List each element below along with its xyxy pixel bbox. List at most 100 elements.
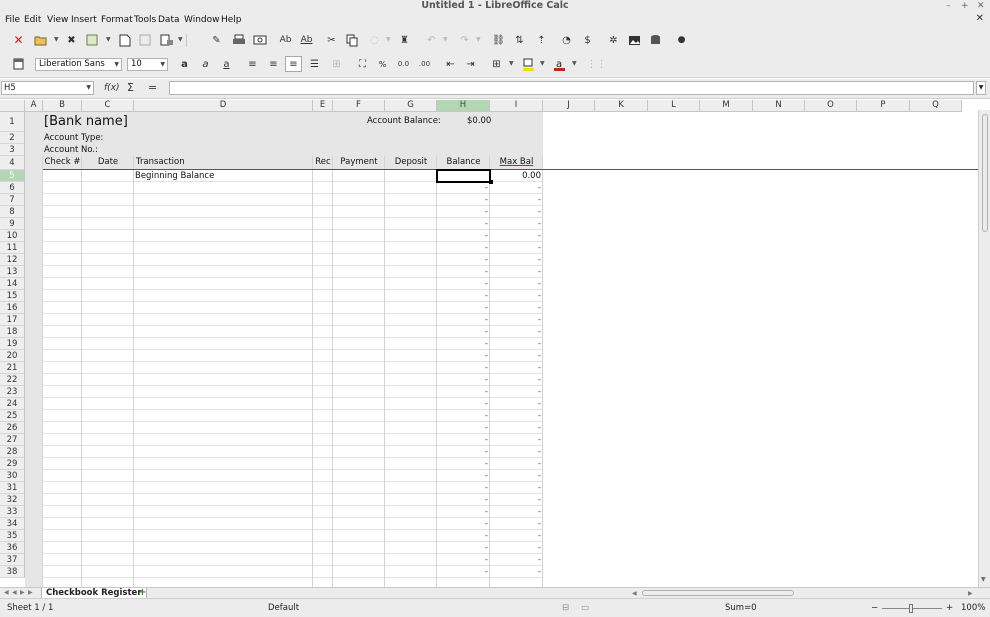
row-header-28[interactable]: 28 <box>0 446 25 458</box>
borders-dropdown-icon[interactable]: ▼ <box>509 56 514 72</box>
settings-icon[interactable]: ✲ <box>605 32 622 48</box>
percent-format-icon[interactable]: % <box>374 56 391 72</box>
column-header-e[interactable]: E <box>313 100 333 112</box>
horizontal-scroll-thumb[interactable] <box>642 590 794 596</box>
background-color-dropdown-icon[interactable]: ▼ <box>540 56 545 72</box>
balance-cell[interactable]: - <box>485 315 488 324</box>
balance-cell[interactable]: - <box>485 495 488 504</box>
column-header-j[interactable]: J <box>543 100 595 112</box>
help-icon[interactable]: ● <box>673 32 690 48</box>
zoom-level[interactable]: 100% <box>961 602 985 614</box>
max-bal-cell[interactable]: - <box>538 555 541 564</box>
balance-cell[interactable]: - <box>485 231 488 240</box>
font-size-box[interactable]: 10 ▼ <box>127 58 168 71</box>
paste-dropdown-icon[interactable]: ▼ <box>386 32 391 48</box>
row-header-22[interactable]: 22 <box>0 374 25 386</box>
selection-mode-icon[interactable]: ⊟ <box>562 602 569 614</box>
balance-cell[interactable]: - <box>485 207 488 216</box>
balance-cell[interactable]: - <box>485 531 488 540</box>
scroll-down-icon[interactable]: ▼ <box>981 576 986 583</box>
spellcheck-icon[interactable]: Ab <box>277 32 294 48</box>
new-icon[interactable] <box>116 32 133 48</box>
max-bal-cell[interactable]: - <box>538 183 541 192</box>
currency-format-icon[interactable]: ⛶ <box>354 56 371 72</box>
max-bal-cell[interactable]: - <box>538 327 541 336</box>
menu-format[interactable]: Format <box>101 14 133 26</box>
balance-cell[interactable]: - <box>485 327 488 336</box>
underline-icon[interactable]: a <box>218 56 235 72</box>
row-header-27[interactable]: 27 <box>0 434 25 446</box>
menu-data[interactable]: Data <box>158 14 180 26</box>
font-size-dropdown-icon[interactable]: ▼ <box>160 59 165 70</box>
borders-icon[interactable]: ⊞ <box>488 56 505 72</box>
merge-cells-icon[interactable]: ⊞ <box>328 56 345 72</box>
row-header-26[interactable]: 26 <box>0 422 25 434</box>
max-bal-cell[interactable]: - <box>538 567 541 576</box>
formula-input[interactable] <box>169 81 974 95</box>
max-bal-cell[interactable]: - <box>538 459 541 468</box>
balance-cell[interactable]: - <box>485 219 488 228</box>
print-preview-icon[interactable] <box>251 32 268 48</box>
export-icon[interactable] <box>158 32 175 48</box>
redo-icon[interactable]: ↷ <box>456 32 473 48</box>
row-header-14[interactable]: 14 <box>0 278 25 290</box>
max-bal-cell[interactable]: - <box>538 399 541 408</box>
max-bal-cell[interactable]: - <box>538 351 541 360</box>
cut-icon[interactable]: ✖ <box>63 32 80 48</box>
balance-cell[interactable]: - <box>485 507 488 516</box>
sum-display[interactable]: Sum=0 <box>725 602 757 614</box>
print-icon[interactable] <box>230 32 247 48</box>
prev-sheet-icon[interactable]: ◀ <box>12 588 17 598</box>
autofilter-icon[interactable]: ⇡ <box>533 32 550 48</box>
row-header-18[interactable]: 18 <box>0 326 25 338</box>
balance-cell[interactable]: - <box>485 243 488 252</box>
maximize-icon[interactable]: + <box>961 0 969 12</box>
max-bal-cell[interactable]: - <box>538 423 541 432</box>
menu-view[interactable]: View <box>47 14 68 26</box>
select-all-corner[interactable] <box>0 100 25 112</box>
menu-help[interactable]: Help <box>221 14 242 26</box>
balance-cell[interactable]: - <box>485 519 488 528</box>
balance-cell[interactable]: - <box>485 339 488 348</box>
row-header-35[interactable]: 35 <box>0 530 25 542</box>
max-bal-cell[interactable]: - <box>538 315 541 324</box>
row-header-2[interactable]: 2 <box>0 132 25 144</box>
close-doc-icon[interactable]: ✕ <box>10 32 27 48</box>
balance-cell[interactable]: - <box>485 447 488 456</box>
row-header-29[interactable]: 29 <box>0 458 25 470</box>
column-header-m[interactable]: M <box>700 100 753 112</box>
max-bal-cell[interactable]: - <box>538 543 541 552</box>
column-header-q[interactable]: Q <box>910 100 962 112</box>
balance-cell[interactable]: - <box>485 543 488 552</box>
balance-cell[interactable]: - <box>485 375 488 384</box>
row-header-16[interactable]: 16 <box>0 302 25 314</box>
max-bal-cell[interactable]: - <box>538 291 541 300</box>
max-bal-cell[interactable]: - <box>538 471 541 480</box>
sidebar-toggle-icon[interactable] <box>10 56 27 72</box>
clone-formatting-icon[interactable]: ♜ <box>396 32 413 48</box>
max-bal-cell[interactable]: - <box>538 363 541 372</box>
row-header-37[interactable]: 37 <box>0 554 25 566</box>
row-header-15[interactable]: 15 <box>0 290 25 302</box>
row-header-24[interactable]: 24 <box>0 398 25 410</box>
column-header-g[interactable]: G <box>385 100 437 112</box>
balance-cell[interactable]: - <box>485 435 488 444</box>
row-header-31[interactable]: 31 <box>0 482 25 494</box>
selected-cell-h5[interactable] <box>436 169 491 183</box>
balance-cell[interactable]: - <box>485 483 488 492</box>
template-icon[interactable] <box>84 32 101 48</box>
max-bal-cell[interactable]: - <box>538 267 541 276</box>
row-header-36[interactable]: 36 <box>0 542 25 554</box>
column-header-n[interactable]: N <box>753 100 805 112</box>
balance-cell[interactable]: - <box>485 183 488 192</box>
row-header-8[interactable]: 8 <box>0 206 25 218</box>
column-header-a[interactable]: A <box>25 100 43 112</box>
menu-window[interactable]: Window <box>184 14 220 26</box>
autospell-icon[interactable]: Ab <box>298 32 315 48</box>
pivot-table-icon[interactable]: $ <box>579 32 596 48</box>
max-bal-cell[interactable]: - <box>538 195 541 204</box>
balance-cell[interactable]: - <box>485 255 488 264</box>
column-header-b[interactable]: B <box>43 100 82 112</box>
row-header-10[interactable]: 10 <box>0 230 25 242</box>
paste-icon[interactable]: ◌ <box>366 32 383 48</box>
